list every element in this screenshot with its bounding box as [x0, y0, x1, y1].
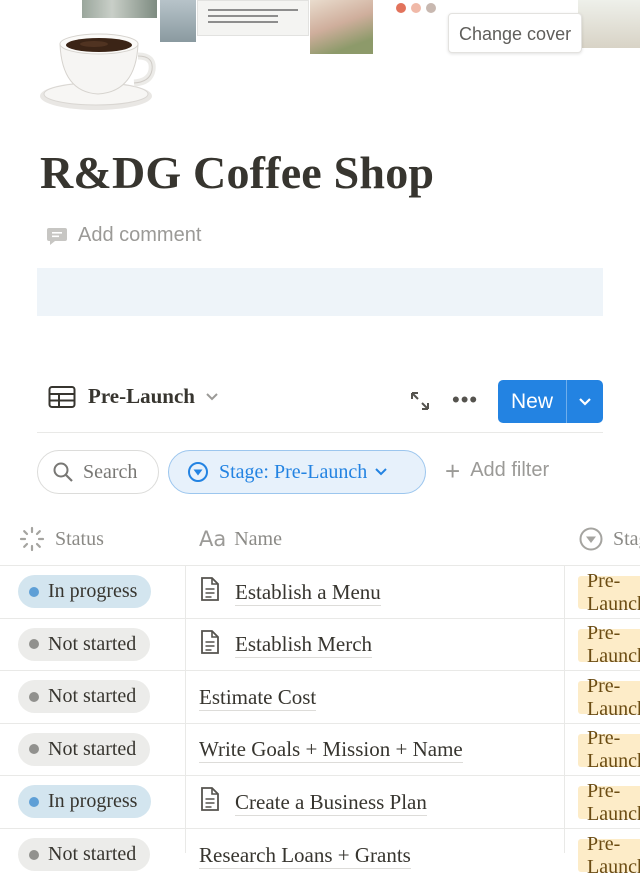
- expand-icon[interactable]: [409, 390, 431, 412]
- name-cell[interactable]: Write Goals + Mission + Name: [199, 724, 463, 776]
- row-title: Research Loans + Grants: [199, 842, 411, 869]
- table-view-icon: [48, 385, 76, 408]
- name-cell[interactable]: Create a Business Plan: [199, 776, 427, 828]
- plus-icon: +: [445, 455, 461, 486]
- status-label: Not started: [48, 685, 137, 708]
- stage-tag[interactable]: Pre-Launch: [578, 570, 640, 615]
- stage-filter-label: Stage: Pre-Launch: [219, 460, 368, 483]
- status-badge[interactable]: In progress: [18, 785, 152, 819]
- page-title[interactable]: R&DG Coffee Shop: [40, 146, 434, 199]
- name-cell[interactable]: Research Loans + Grants: [199, 829, 411, 881]
- page-doc-icon: [199, 576, 221, 608]
- name-cell[interactable]: Establish a Menu: [199, 566, 381, 618]
- cover-note-tile: [197, 0, 309, 36]
- status-label: In progress: [48, 580, 138, 602]
- table-row[interactable]: In progress Establish a Menu Pre-Launch: [0, 565, 640, 617]
- row-title: Establish Merch: [235, 632, 373, 659]
- new-dropdown-button[interactable]: [567, 397, 603, 407]
- row-title: Establish a Menu: [235, 579, 381, 606]
- column-divider: [564, 565, 565, 853]
- stage-filter-chip[interactable]: Stage: Pre-Launch: [168, 450, 426, 494]
- status-badge[interactable]: In progress: [18, 575, 152, 608]
- chevron-down-icon: [206, 392, 218, 400]
- cover-photo-tile: [578, 0, 640, 48]
- add-filter-label: Add filter: [470, 459, 550, 481]
- row-title: Create a Business Plan: [235, 789, 427, 816]
- column-divider: [185, 565, 186, 853]
- callout-block[interactable]: [37, 268, 603, 316]
- chevron-down-icon: [375, 468, 387, 476]
- table-row[interactable]: Not started Estimate Cost Pre-Launch: [0, 670, 640, 722]
- stage-tag[interactable]: Pre-Launch: [578, 675, 640, 720]
- column-header-name-label: Name: [234, 527, 282, 550]
- change-cover-button[interactable]: Change cover: [448, 13, 583, 53]
- comment-icon: [47, 227, 67, 245]
- chevron-down-icon: [579, 397, 591, 406]
- view-name: Pre-Launch: [88, 384, 195, 408]
- search-button[interactable]: Search: [37, 450, 159, 494]
- new-button[interactable]: New: [498, 380, 603, 423]
- stage-tag[interactable]: Pre-Launch: [578, 833, 640, 878]
- name-cell[interactable]: Establish Merch: [199, 619, 373, 671]
- table-header: Status Aa Name Stage: [0, 513, 640, 565]
- table-row[interactable]: Not started Research Loans + Grants Pre-La…: [0, 828, 640, 880]
- name-cell[interactable]: Estimate Cost: [199, 671, 317, 723]
- row-title: Estimate Cost: [199, 684, 317, 711]
- status-badge[interactable]: Not started: [18, 838, 151, 871]
- column-header-status-label: Status: [55, 527, 104, 550]
- select-property-icon: [188, 462, 208, 482]
- status-dot: [29, 691, 39, 702]
- cover-photo-tile: [160, 0, 196, 42]
- column-header-name[interactable]: Aa Name: [199, 513, 282, 565]
- title-property-icon: Aa: [199, 527, 227, 551]
- view-tab-pre-launch[interactable]: Pre-Launch: [48, 384, 219, 409]
- stage-tag[interactable]: Pre-Launch: [578, 727, 640, 772]
- page-doc-icon: [199, 786, 221, 818]
- new-button-label: New: [510, 389, 553, 413]
- status-badge[interactable]: Not started: [18, 627, 151, 661]
- search-label: Search: [83, 460, 138, 483]
- column-header-stage[interactable]: Stage: [578, 513, 640, 565]
- cover-flowers-tile: [310, 0, 373, 54]
- status-badge[interactable]: Not started: [18, 680, 151, 714]
- table-row[interactable]: Not started Write Goals + Mission + Name P…: [0, 722, 640, 776]
- coffee-cup-icon[interactable]: [38, 26, 158, 112]
- status-dot: [29, 849, 39, 860]
- page-doc-icon: [199, 629, 221, 661]
- column-header-status[interactable]: Status: [18, 513, 104, 565]
- toolbar-divider: [37, 432, 603, 433]
- add-comment-label: Add comment: [78, 224, 202, 246]
- stage-tag[interactable]: Pre-Launch: [578, 780, 640, 825]
- status-dot: [29, 586, 39, 597]
- cover-photo-tile: [82, 0, 157, 18]
- more-options-button[interactable]: •••: [452, 389, 478, 411]
- status-label: In progress: [48, 790, 138, 813]
- stage-tag[interactable]: Pre-Launch: [578, 622, 640, 667]
- search-icon: [53, 462, 73, 482]
- status-dot: [29, 796, 39, 807]
- row-title: Write Goals + Mission + Name: [199, 737, 463, 764]
- status-property-icon: [19, 526, 45, 552]
- column-header-stage-label: Stage: [613, 527, 640, 550]
- add-filter-button[interactable]: + Add filter: [445, 455, 550, 486]
- table-row[interactable]: Not started Establish Merch Pre-Launch: [0, 617, 640, 671]
- status-label: Not started: [48, 737, 137, 760]
- select-property-icon: [579, 527, 603, 551]
- status-dot: [29, 639, 39, 650]
- status-badge[interactable]: Not started: [18, 732, 151, 766]
- table-row[interactable]: In progress Create a Business Plan Pre-Lau…: [0, 775, 640, 827]
- status-dot: [29, 744, 39, 755]
- add-comment-button[interactable]: Add comment: [46, 224, 201, 247]
- cover-dots-tile: [396, 0, 448, 14]
- status-label: Not started: [48, 632, 137, 655]
- status-label: Not started: [48, 843, 137, 865]
